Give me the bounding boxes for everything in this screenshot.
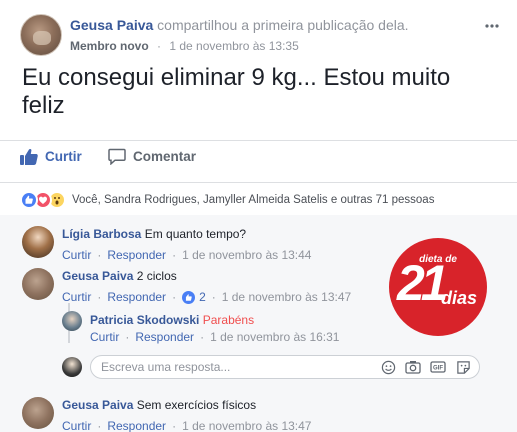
comment-text: Sem exercícios físicos — [136, 398, 257, 412]
comment-meta: Curtir · Responder · 1 de novembro às 13… — [62, 248, 311, 262]
post-text: Eu consegui eliminar 9 kg... Estou muito… — [22, 64, 451, 119]
comment-reply-link[interactable]: Responder — [107, 248, 166, 262]
post-meta: Membro novo · 1 de novembro às 13:35 — [70, 39, 299, 53]
meta-dot: · — [97, 290, 102, 304]
comment-meta: Curtir · Responder · 1 de novembro às 16… — [90, 330, 339, 344]
comment-reaction-count[interactable]: 2 — [199, 290, 206, 304]
reply-box[interactable]: GIF — [90, 355, 480, 379]
camera-icon[interactable] — [405, 359, 421, 375]
comment-reply-link[interactable]: Responder — [135, 330, 194, 344]
comment-timestamp[interactable]: 1 de novembro às 13:47 — [182, 419, 311, 432]
comment-reply-link[interactable]: Responder — [107, 419, 166, 432]
reactions-summary[interactable]: Você, Sandra Rodrigues, Jamyller Almeida… — [20, 190, 434, 210]
like-reaction-icon — [20, 191, 38, 209]
comment-timestamp[interactable]: 1 de novembro às 13:44 — [182, 248, 311, 262]
commenter-name[interactable]: Patricia Skodowski — [90, 313, 199, 327]
meta-dot: · — [97, 248, 102, 262]
comment-meta: Curtir · Responder · 1 de novembro às 13… — [62, 419, 311, 432]
current-user-avatar — [62, 357, 82, 377]
reply-item: Patricia Skodowski Parabéns Curtir · Res… — [62, 311, 362, 347]
commenter-name[interactable]: Geusa Paiva — [62, 398, 133, 412]
commenter-avatar[interactable] — [22, 268, 54, 300]
comment-body: Patricia Skodowski Parabéns — [90, 313, 254, 327]
emoji-icon[interactable] — [380, 359, 396, 375]
meta-dot: · — [172, 290, 177, 304]
author-name[interactable]: Geusa Paiva — [70, 17, 153, 33]
comment-body: Geusa Paiva 2 ciclos — [62, 269, 177, 283]
comment-body: Geusa Paiva Sem exercícios físicos — [62, 398, 256, 412]
comment-text: 2 ciclos — [136, 269, 177, 283]
comment-like-link[interactable]: Curtir — [62, 419, 91, 432]
commenter-avatar[interactable] — [22, 226, 54, 258]
logo-number: 21 — [397, 255, 449, 311]
meta-dot: · — [125, 330, 130, 344]
meta-dot: · — [97, 419, 102, 432]
meta-dot: · — [172, 419, 177, 432]
more-options-icon[interactable] — [484, 18, 500, 34]
comment-reply-link[interactable]: Responder — [107, 290, 166, 304]
meta-dot: · — [211, 290, 216, 304]
comment-timestamp[interactable]: 1 de novembro às 16:31 — [210, 330, 339, 344]
comment-label: Comentar — [133, 149, 197, 164]
member-badge: Membro novo — [70, 39, 149, 53]
comment-meta: Curtir · Responder · 2 · 1 de novembro à… — [62, 290, 351, 304]
commenter-name[interactable]: Lígia Barbosa — [62, 227, 141, 241]
like-label: Curtir — [45, 149, 82, 164]
dieta-21-dias-logo: dieta de 21 dias — [389, 238, 487, 336]
comment-item: Geusa Paiva Sem exercícios físicos Curti… — [22, 397, 482, 432]
svg-text:GIF: GIF — [433, 366, 443, 372]
author-line: Geusa Paiva compartilhou a primeira publ… — [70, 17, 409, 33]
commenter-avatar[interactable] — [62, 311, 82, 331]
divider — [0, 182, 517, 183]
meta-dot: · — [200, 330, 205, 344]
comment-like-link[interactable]: Curtir — [90, 330, 119, 344]
post-header: Geusa Paiva compartilhou a primeira publ… — [20, 14, 500, 58]
meta-dot: · — [172, 248, 177, 262]
like-button[interactable]: Curtir — [20, 148, 82, 165]
sticker-icon[interactable] — [455, 359, 471, 375]
logo-word: dias — [441, 288, 478, 308]
comment-like-link[interactable]: Curtir — [62, 290, 91, 304]
comment-text: Em quanto tempo? — [144, 227, 247, 241]
comment-button[interactable]: Comentar — [108, 148, 196, 165]
comment-like-reaction-icon — [182, 290, 196, 304]
author-avatar[interactable] — [20, 14, 62, 56]
meta-separator: · — [157, 39, 162, 53]
divider — [0, 140, 517, 141]
comment-bubble-icon — [108, 148, 126, 165]
reply-input[interactable] — [101, 359, 361, 375]
commenter-avatar[interactable] — [22, 397, 54, 429]
gif-icon[interactable]: GIF — [430, 359, 446, 375]
comment-timestamp[interactable]: 1 de novembro às 13:47 — [222, 290, 351, 304]
reply-tools: GIF — [380, 359, 471, 375]
thumbs-up-icon — [20, 148, 38, 165]
commenter-name[interactable]: Geusa Paiva — [62, 269, 133, 283]
author-action-text: compartilhou a primeira publicação dela. — [157, 17, 409, 33]
action-bar: Curtir Comentar — [20, 148, 500, 172]
reactions-text[interactable]: Você, Sandra Rodrigues, Jamyller Almeida… — [72, 194, 434, 206]
post-timestamp[interactable]: 1 de novembro às 13:35 — [169, 39, 298, 53]
comment-like-link[interactable]: Curtir — [62, 248, 91, 262]
comment-body: Lígia Barbosa Em quanto tempo? — [62, 227, 246, 241]
comment-text: Parabéns — [202, 313, 255, 327]
